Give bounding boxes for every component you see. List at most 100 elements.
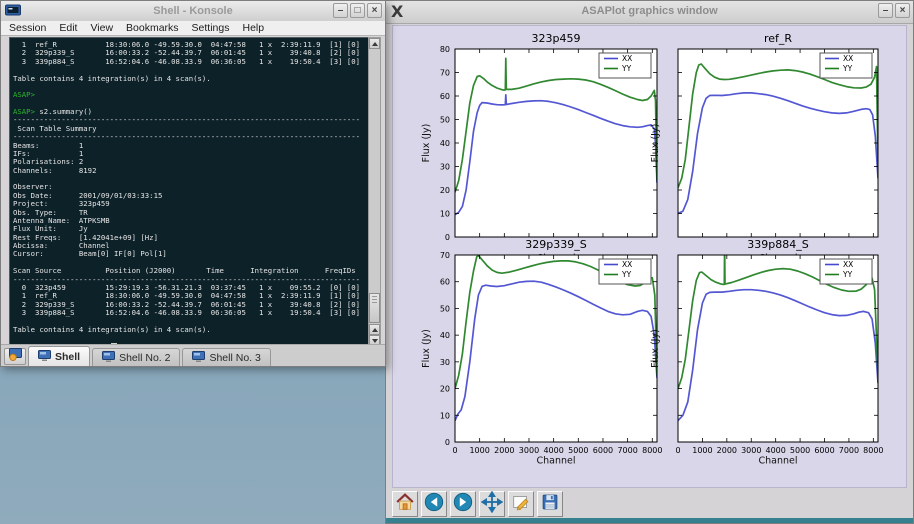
asaplot-titlebar[interactable]: X ASAPlot graphics window –× — [386, 1, 913, 24]
konsole-tabbar: Shell Shell No. 2 Shell No. 3 — [1, 344, 385, 366]
svg-text:60: 60 — [440, 278, 450, 287]
svg-text:339p884_S: 339p884_S — [747, 238, 808, 251]
asaplot-window: X ASAPlot graphics window –× 0 10 20 30 40 50… — [385, 0, 914, 524]
subplots-icon — [510, 491, 532, 518]
svg-text:5000: 5000 — [790, 446, 810, 455]
terminal-tab-icon — [38, 350, 51, 364]
terminal-line: ASAP> — [13, 91, 368, 99]
svg-text:Channel: Channel — [536, 456, 575, 467]
konsole-window-buttons: –□× — [333, 3, 382, 18]
menu-item-help[interactable]: Help — [243, 22, 265, 34]
asaplot-window-title: ASAPlot graphics window — [386, 5, 913, 17]
konsole-app-icon — [5, 4, 21, 18]
svg-text:80: 80 — [440, 45, 450, 54]
pan-button[interactable] — [479, 491, 505, 517]
terminal-output[interactable]: 1 ref_R 18:30:06.0 -49.59.30.0 04:47:58 … — [9, 37, 369, 347]
konsole-close-button[interactable]: × — [367, 3, 382, 18]
new-session-icon — [8, 348, 23, 366]
plot-toolbar — [386, 488, 913, 520]
svg-text:Flux (Jy): Flux (Jy) — [650, 124, 661, 163]
tab-label: Shell — [55, 351, 80, 363]
back-button[interactable] — [421, 491, 447, 517]
svg-text:60: 60 — [440, 92, 450, 101]
terminal-tab-icon — [102, 351, 115, 365]
konsole-menubar: Session Edit View Bookmarks Settings Help — [1, 21, 385, 36]
svg-text:6000: 6000 — [814, 446, 834, 455]
asaplot-minimize-button[interactable]: – — [878, 3, 893, 18]
konsole-minimize-button[interactable]: – — [333, 3, 348, 18]
tab-label: Shell No. 2 — [119, 352, 170, 364]
new-session-button[interactable] — [4, 348, 26, 365]
save-button[interactable] — [537, 491, 563, 517]
window-bottom-border — [386, 518, 913, 523]
svg-text:8000: 8000 — [863, 446, 883, 455]
forward-icon — [452, 491, 474, 518]
svg-text:0: 0 — [445, 438, 450, 447]
svg-text:0: 0 — [452, 446, 457, 455]
terminal-line — [13, 83, 368, 91]
svg-text:YY: YY — [621, 270, 632, 279]
svg-text:7000: 7000 — [839, 446, 859, 455]
svg-text:40: 40 — [440, 139, 450, 148]
figure-canvas[interactable]: 0 10 20 30 40 50 60 70 80 Channel 323p459 Flux (Jy)… — [392, 25, 907, 488]
svg-text:70: 70 — [440, 69, 450, 78]
terminal-line: Cursor: Beam[0] IF[0] Pol[1] — [13, 250, 368, 258]
svg-text:10: 10 — [440, 210, 450, 219]
menu-item-settings[interactable]: Settings — [192, 22, 230, 34]
svg-text:0: 0 — [445, 233, 450, 242]
svg-text:70: 70 — [440, 251, 450, 260]
svg-text:2000: 2000 — [717, 446, 737, 455]
svg-text:20: 20 — [440, 385, 450, 394]
konsole-window: Shell - Konsole –□× Session Edit View Bookm… — [0, 0, 386, 367]
terminal-line: Channels: 8192 — [13, 167, 368, 175]
svg-text:7000: 7000 — [617, 446, 637, 455]
desktop: Shell - Konsole –□× Session Edit View Bookm… — [0, 0, 914, 524]
terminal-line — [13, 175, 368, 183]
svg-text:0: 0 — [675, 446, 680, 455]
svg-text:6000: 6000 — [593, 446, 613, 455]
svg-text:3000: 3000 — [519, 446, 539, 455]
save-icon — [539, 491, 561, 518]
svg-text:XX: XX — [843, 54, 853, 63]
menu-item-edit[interactable]: Edit — [59, 22, 77, 34]
home-button[interactable] — [392, 491, 418, 517]
tab-label: Shell No. 3 — [209, 352, 260, 364]
tab-shell[interactable]: Shell — [28, 346, 90, 366]
konsole-titlebar[interactable]: Shell - Konsole –□× — [1, 1, 385, 22]
subplots-config-button[interactable] — [508, 491, 534, 517]
forward-button[interactable] — [450, 491, 476, 517]
svg-text:YY: YY — [621, 64, 632, 73]
svg-text:1000: 1000 — [469, 446, 489, 455]
menu-item-view[interactable]: View — [90, 22, 113, 34]
asaplot-window-buttons: –× — [878, 3, 910, 18]
svg-text:323p459: 323p459 — [532, 32, 581, 45]
menu-item-session[interactable]: Session — [9, 22, 46, 34]
svg-text:YY: YY — [842, 64, 853, 73]
svg-text:50: 50 — [440, 304, 450, 313]
pan-icon — [481, 491, 503, 518]
svg-text:8000: 8000 — [642, 446, 662, 455]
terminal-scrollbar[interactable] — [368, 37, 381, 347]
svg-text:30: 30 — [440, 163, 450, 172]
konsole-maximize-button[interactable]: □ — [350, 3, 365, 18]
svg-text:40: 40 — [440, 331, 450, 340]
menu-item-bookmarks[interactable]: Bookmarks — [126, 22, 179, 34]
asaplot-close-button[interactable]: × — [895, 3, 910, 18]
svg-text:4000: 4000 — [765, 446, 785, 455]
terminal-line — [13, 334, 368, 342]
scroll-up-icon[interactable] — [369, 38, 380, 49]
svg-text:10: 10 — [440, 411, 450, 420]
scrollbar-thumb[interactable] — [369, 293, 380, 323]
svg-text:3000: 3000 — [741, 446, 761, 455]
home-icon — [394, 491, 416, 518]
svg-text:30: 30 — [440, 358, 450, 367]
svg-text:Channel: Channel — [758, 456, 797, 467]
svg-text:Flux (Jy): Flux (Jy) — [421, 124, 432, 163]
scroll-up2-icon[interactable] — [369, 324, 380, 335]
svg-text:XX: XX — [622, 54, 632, 63]
terminal-line: 3 339p884_S 16:52:04.6 -46.08.33.9 06:36… — [13, 58, 368, 66]
tab-shell-no-3[interactable]: Shell No. 3 — [182, 348, 270, 366]
tab-shell-no-2[interactable]: Shell No. 2 — [92, 348, 180, 366]
terminal-line: Table contains 4 integration(s) in 4 sca… — [13, 75, 368, 83]
svg-text:50: 50 — [440, 116, 450, 125]
